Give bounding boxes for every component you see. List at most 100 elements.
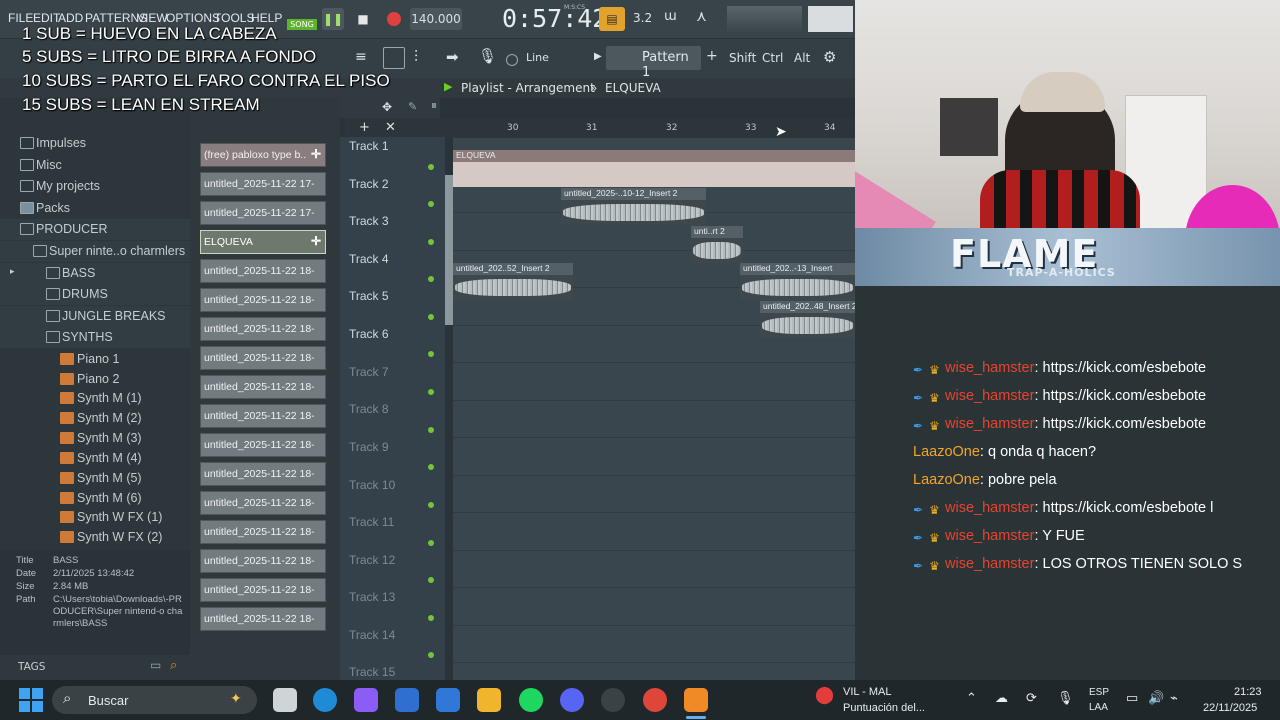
pattern-item[interactable]: untitled_2025-11-22 18-.. <box>200 375 326 399</box>
browser-item-producer[interactable]: PRODUCER <box>0 219 190 240</box>
news-subtitle[interactable]: Puntuación del... <box>843 702 925 714</box>
browser-item-impulses[interactable]: Impulses <box>0 133 190 154</box>
pause-icon[interactable]: ❚❚ <box>322 8 344 30</box>
menu-options[interactable]: OPTIONS <box>166 11 220 25</box>
browser-item-my-projects[interactable]: My projects <box>0 176 190 197</box>
shift-key[interactable]: Shift <box>729 51 756 65</box>
track-header[interactable]: Track 13 <box>349 590 395 604</box>
pattern-prev-icon[interactable]: ▶ <box>594 51 602 62</box>
wait-input-icon[interactable]: ⋏ <box>696 7 707 25</box>
chevron-up-icon[interactable]: ⌃ <box>966 690 977 706</box>
browser-item-synth-m-2[interactable]: Synth M (2) <box>0 408 190 429</box>
track-mute-led[interactable] <box>428 540 434 546</box>
track-header[interactable]: Track 1 <box>349 139 389 153</box>
browser-item-synths[interactable]: SYNTHS <box>0 327 190 348</box>
news-title[interactable]: VIL - MAL <box>843 686 892 698</box>
browser-item-synth-m-6[interactable]: Synth M (6) <box>0 488 190 509</box>
pattern-item[interactable]: untitled_2025-11-22 18-.. <box>200 491 326 515</box>
audio-clip[interactable]: untitled_202..48_Insert 2 <box>760 301 857 338</box>
pattern-item[interactable]: untitled_2025-11-22 18-.. <box>200 346 326 370</box>
edge-icon[interactable] <box>313 688 337 712</box>
browser-item-synth-w-fx-1[interactable]: Synth W FX (1) <box>0 507 190 528</box>
track-mute-led[interactable] <box>428 239 434 245</box>
browser-item-synth-w-fx-2[interactable]: Synth W FX (2) <box>0 527 190 548</box>
pattern-item[interactable]: untitled_2025-11-22 18-.. <box>200 288 326 312</box>
track-header[interactable]: Track 2 <box>349 177 389 191</box>
track-header[interactable]: Track 3 <box>349 214 389 228</box>
snap-icon[interactable]: ≡ <box>355 49 367 65</box>
track-header[interactable]: Track 4 <box>349 252 389 266</box>
mixer-icon[interactable]: ⫶ <box>414 47 418 67</box>
menu-file[interactable]: FILE <box>8 11 33 25</box>
language-top[interactable]: ESP <box>1089 687 1109 698</box>
display-icon[interactable]: ▭ <box>1126 690 1138 706</box>
alt-key[interactable]: Alt <box>794 51 810 65</box>
playlist-grid[interactable]: ELQUEVA untitled_2025-..10-12_Insert 2 u… <box>453 138 857 701</box>
windows-start-icon[interactable] <box>19 688 43 712</box>
audio-clip[interactable]: untitled_202..-13_Insert <box>740 263 855 300</box>
pause-tool-icon[interactable]: ⏸ <box>431 98 437 113</box>
track-scroll-handle[interactable] <box>445 175 453 325</box>
pattern-selector[interactable]: Pattern 1 <box>606 46 701 80</box>
taskbar-search[interactable]: ⌕ Buscar ✦ <box>52 686 257 714</box>
pattern-item[interactable]: untitled_2025-11-22 18-.. <box>200 578 326 602</box>
move-tool-icon[interactable]: ✥ <box>382 100 392 114</box>
pattern-item[interactable]: untitled_2025-11-22 18-.. <box>200 607 326 631</box>
pattern-item[interactable]: (free) pabloxo type b.. ✛ <box>200 143 326 167</box>
ctrl-key[interactable]: Ctrl <box>762 51 783 65</box>
pattern-item-selected[interactable]: ELQUEVA ✛ <box>200 230 326 254</box>
timeline-ruler[interactable]: 30 31 32 33 34 ➤ <box>453 118 855 140</box>
volume-icon[interactable]: 🔊 <box>1148 690 1164 706</box>
browser-item-synth-m-1[interactable]: Synth M (1) <box>0 388 190 409</box>
search-icon[interactable]: ⌕ <box>170 658 177 673</box>
pattern-clip[interactable]: ELQUEVA <box>453 150 855 187</box>
pencil-tool-icon[interactable]: ✎ <box>408 100 417 113</box>
discord-icon[interactable] <box>560 688 584 712</box>
tempo-display[interactable]: 140.000 <box>410 8 462 30</box>
outlook-icon[interactable] <box>395 688 419 712</box>
track-mute-led[interactable] <box>428 164 434 170</box>
arrow-right-icon[interactable]: ➡ <box>446 48 459 66</box>
chrome-icon[interactable] <box>643 688 667 712</box>
track-header[interactable]: Track 11 <box>349 515 394 529</box>
browser-item-synth-m-4[interactable]: Synth M (4) <box>0 448 190 469</box>
browser-item-jungle-breaks[interactable]: JUNGLE BREAKS <box>0 306 190 327</box>
pattern-item[interactable]: untitled_2025-11-22 18-.. <box>200 404 326 428</box>
play-arrow-icon[interactable]: ▶ <box>444 80 452 93</box>
track-mute-led[interactable] <box>428 464 434 470</box>
track-header[interactable]: Track 7 <box>349 365 389 379</box>
magnet-icon[interactable] <box>506 54 518 66</box>
onedrive-icon[interactable]: ☁ <box>995 690 1008 706</box>
mic-icon[interactable]: 🎙 <box>1057 690 1074 706</box>
pattern-song-icon[interactable]: ▤ <box>599 7 625 31</box>
audio-clip[interactable]: untitled_2025-..10-12_Insert 2 <box>561 188 706 225</box>
browser-item-drums[interactable]: DRUMS <box>0 284 190 305</box>
track-mute-led[interactable] <box>428 427 434 433</box>
track-mute-led[interactable] <box>428 314 434 320</box>
track-header[interactable]: Track 10 <box>349 478 395 492</box>
pattern-item[interactable]: untitled_2025-11-22 17-.. <box>200 172 326 196</box>
pattern-item[interactable]: untitled_2025-11-22 18-.. <box>200 433 326 457</box>
track-header[interactable]: Track 12 <box>349 553 395 567</box>
browser-item-piano-2[interactable]: Piano 2 <box>0 369 190 390</box>
help-icon[interactable]: ⚙ <box>823 48 836 66</box>
battery-icon[interactable]: ⌁ <box>1170 690 1178 706</box>
sync-icon[interactable]: ⟳ <box>1026 690 1037 706</box>
fl-studio-icon[interactable] <box>684 688 708 712</box>
track-header[interactable]: Track 5 <box>349 289 389 303</box>
track-header[interactable]: Track 9 <box>349 440 389 454</box>
folder-icon[interactable]: ▭ <box>150 658 161 672</box>
clock-date[interactable]: 22/11/2025 <box>1203 702 1257 714</box>
step-value[interactable]: 3.2 <box>633 11 652 25</box>
pattern-item[interactable]: untitled_2025-11-22 18-.. <box>200 520 326 544</box>
pattern-item[interactable]: untitled_2025-11-22 17-.. <box>200 201 326 225</box>
pattern-item[interactable]: untitled_2025-11-22 18-.. <box>200 317 326 341</box>
menu-tools[interactable]: TOOLS <box>214 11 254 25</box>
mic-icon[interactable]: 🎙 <box>478 47 497 65</box>
track-mute-led[interactable] <box>428 652 434 658</box>
track-mute-led[interactable] <box>428 351 434 357</box>
snap-line-select[interactable]: Line <box>526 51 549 64</box>
pattern-item[interactable]: untitled_2025-11-22 18-.. <box>200 259 326 283</box>
browser-item-packs[interactable]: Packs <box>0 198 190 219</box>
menu-add[interactable]: ADD <box>58 11 83 25</box>
